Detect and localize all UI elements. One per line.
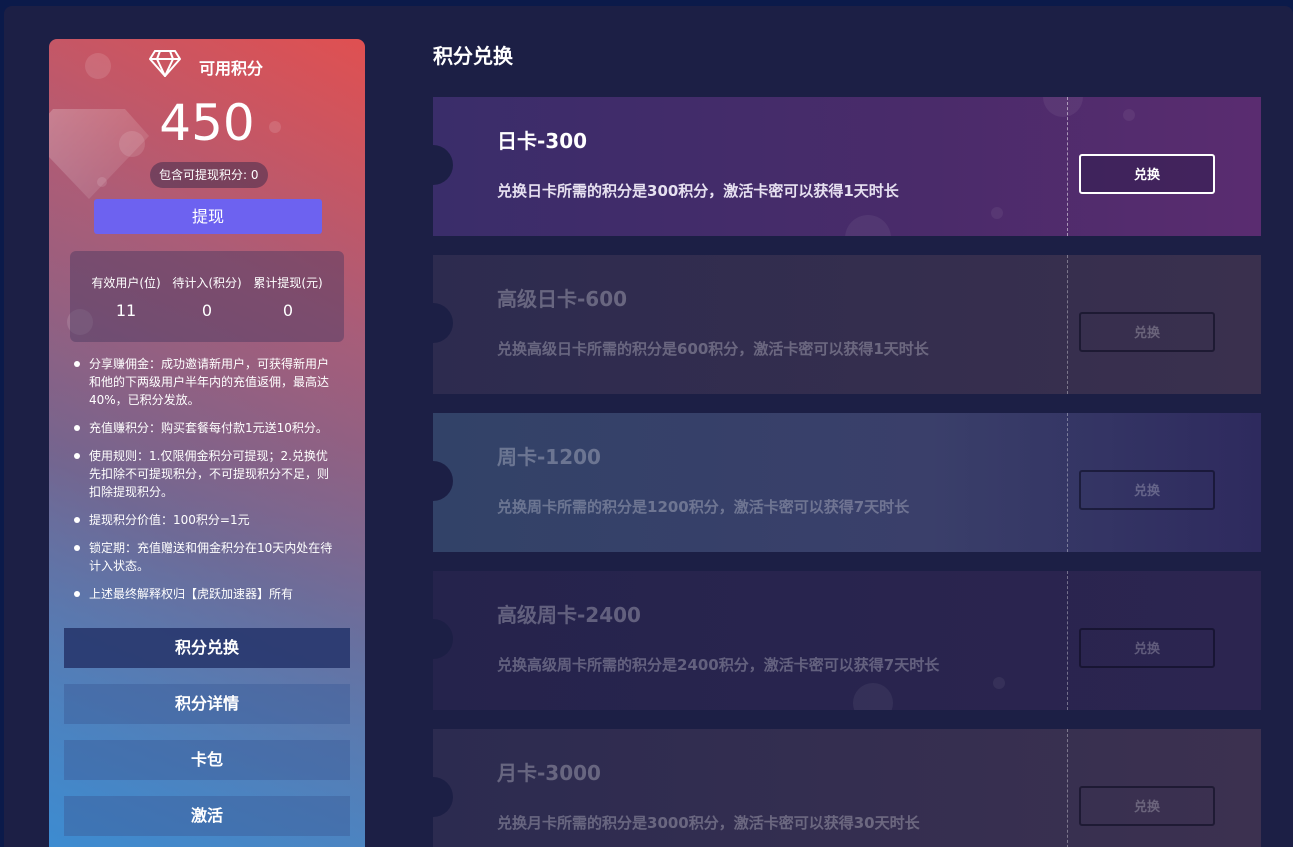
stat-value: 0 bbox=[282, 301, 294, 320]
stat-valid-users: 有效用户(位) 11 bbox=[80, 274, 172, 320]
ticket-divider bbox=[1067, 97, 1068, 236]
menu-points-details[interactable]: 积分详情 bbox=[64, 684, 350, 724]
stat-pending-points: 待计入(积分) 0 bbox=[161, 274, 253, 320]
stats-box: 有效用户(位) 11 待计入(积分) 0 累计提现(元) 0 bbox=[70, 251, 344, 342]
ticket-notch bbox=[433, 461, 453, 501]
card-title: 月卡-3000 bbox=[497, 761, 601, 785]
ticket-divider bbox=[1067, 571, 1068, 710]
exchange-card: 高级周卡-2400 兑换高级周卡所需的积分是2400积分，激活卡密可以获得7天时… bbox=[433, 571, 1261, 710]
rule-item: 提现积分价值：100积分=1元 bbox=[71, 511, 335, 529]
rule-item: 分享赚佣金：成功邀请新用户，可获得新用户和他的下两级用户半年内的充值返佣，最高达… bbox=[71, 355, 335, 409]
stat-label: 待计入(积分) bbox=[172, 276, 242, 290]
menu-card-wallet[interactable]: 卡包 bbox=[64, 740, 350, 780]
withdrawable-points-badge: 包含可提现积分: 0 bbox=[150, 162, 268, 188]
bullet-icon bbox=[74, 361, 80, 367]
card-title: 高级日卡-600 bbox=[497, 287, 628, 311]
menu-points-exchange[interactable]: 积分兑换 bbox=[64, 628, 350, 668]
stat-label: 有效用户(位) bbox=[91, 276, 161, 290]
card-description: 兑换日卡所需的积分是300积分，激活卡密可以获得1天时长 bbox=[497, 182, 899, 200]
bullet-icon bbox=[74, 425, 80, 431]
app-frame: 可用积分 450 包含可提现积分: 0 提现 有效用户(位) 11 待计入(积分… bbox=[4, 6, 1293, 847]
stat-total-withdrawn: 累计提现(元) 0 bbox=[242, 274, 334, 320]
ticket-notch bbox=[433, 145, 453, 185]
points-panel: 可用积分 450 包含可提现积分: 0 提现 有效用户(位) 11 待计入(积分… bbox=[49, 39, 365, 847]
ticket-divider bbox=[1067, 413, 1068, 552]
card-description: 兑换月卡所需的积分是3000积分，激活卡密可以获得30天时长 bbox=[497, 814, 920, 832]
bullet-icon bbox=[74, 591, 80, 597]
balance-title: 可用积分 bbox=[199, 59, 264, 78]
stat-label: 累计提现(元) bbox=[253, 276, 323, 290]
page-title: 积分兑换 bbox=[433, 44, 513, 68]
ticket-notch bbox=[433, 619, 453, 659]
rule-item: 锁定期：充值赠送和佣金积分在10天内处在待计入状态。 bbox=[71, 539, 335, 575]
card-description: 兑换高级周卡所需的积分是2400积分，激活卡密可以获得7天时长 bbox=[497, 656, 940, 674]
ticket-divider bbox=[1067, 729, 1068, 847]
rule-item: 上述最终解释权归【虎跃加速器】所有 bbox=[71, 585, 335, 603]
ticket-notch bbox=[433, 777, 453, 817]
menu-activate[interactable]: 激活 bbox=[64, 796, 350, 836]
card-description: 兑换高级日卡所需的积分是600积分，激活卡密可以获得1天时长 bbox=[497, 340, 929, 358]
exchange-card: 周卡-1200 兑换周卡所需的积分是1200积分，激活卡密可以获得7天时长 兑换 bbox=[433, 413, 1261, 552]
bullet-icon bbox=[74, 545, 80, 551]
exchange-button[interactable]: 兑换 bbox=[1079, 786, 1215, 826]
card-title: 高级周卡-2400 bbox=[497, 603, 641, 627]
card-title: 周卡-1200 bbox=[497, 445, 601, 469]
bullet-icon bbox=[74, 517, 80, 523]
exchange-card: 日卡-300 兑换日卡所需的积分是300积分，激活卡密可以获得1天时长 兑换 bbox=[433, 97, 1261, 236]
exchange-button[interactable]: 兑换 bbox=[1079, 628, 1215, 668]
withdraw-button[interactable]: 提现 bbox=[94, 199, 322, 234]
diamond-icon bbox=[149, 50, 181, 77]
bullet-icon bbox=[74, 453, 80, 459]
card-title: 日卡-300 bbox=[497, 129, 588, 153]
card-description: 兑换周卡所需的积分是1200积分，激活卡密可以获得7天时长 bbox=[497, 498, 910, 516]
exchange-button[interactable]: 兑换 bbox=[1079, 470, 1215, 510]
points-balance: 450 bbox=[159, 94, 255, 152]
ticket-notch bbox=[433, 303, 453, 343]
exchange-button[interactable]: 兑换 bbox=[1079, 154, 1215, 194]
stat-value: 11 bbox=[115, 301, 137, 320]
rules-list: 分享赚佣金：成功邀请新用户，可获得新用户和他的下两级用户半年内的充值返佣，最高达… bbox=[71, 355, 335, 613]
rule-item: 使用规则：1.仅限佣金积分可提现；2.兑换优先扣除不可提现积分，不可提现积分不足… bbox=[71, 447, 335, 501]
exchange-card: 高级日卡-600 兑换高级日卡所需的积分是600积分，激活卡密可以获得1天时长 … bbox=[433, 255, 1261, 394]
exchange-card: 月卡-3000 兑换月卡所需的积分是3000积分，激活卡密可以获得30天时长 兑… bbox=[433, 729, 1261, 847]
rule-item: 充值赚积分：购买套餐每付款1元送10积分。 bbox=[71, 419, 335, 437]
stat-value: 0 bbox=[201, 301, 213, 320]
ticket-divider bbox=[1067, 255, 1068, 394]
exchange-button[interactable]: 兑换 bbox=[1079, 312, 1215, 352]
